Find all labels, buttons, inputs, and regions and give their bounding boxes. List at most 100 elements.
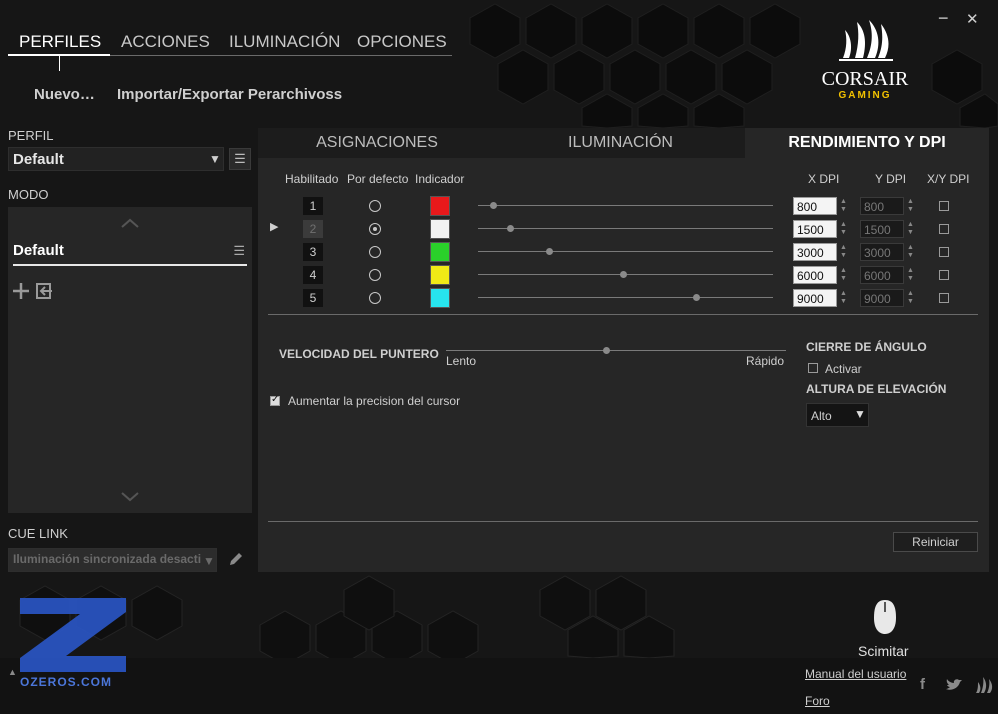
dpi-stage-1-x-input[interactable]: 800 [793,197,837,215]
tab-iluminacion[interactable]: ILUMINACIÓN [229,32,340,52]
dpi-stage-3-slider-knob[interactable] [546,248,553,255]
dpi-stage-1-y-spinner-icon[interactable]: ▲ ▼ [907,198,914,214]
import-mode-icon[interactable] [35,282,53,300]
divider-bottom [268,521,978,522]
dpi-stage-2-y-spinner-icon[interactable]: ▲ ▼ [907,221,914,237]
mode-menu-icon[interactable]: ☰ [233,243,245,259]
profile-select-value: Default [13,151,64,168]
angle-snapping-checkbox[interactable] [808,363,818,373]
close-button[interactable]: ✕ [966,10,979,28]
tab-opciones[interactable]: OPCIONES [357,32,447,52]
pointer-speed-track[interactable] [446,350,786,351]
add-mode-icon[interactable] [12,282,30,300]
dpi-stage-3-xy-checkbox[interactable] [939,247,949,257]
lift-height-select[interactable]: Alto ▼ [806,403,869,427]
dpi-stage-5-x-spinner-icon[interactable]: ▲ ▼ [840,290,847,306]
dpi-stage-3-slider-track[interactable] [478,251,773,252]
dpi-stage-1-y-input[interactable]: 800 [860,197,904,215]
dpi-stage-2-x-input[interactable]: 1500 [793,220,837,238]
dpi-stage-3-y-spinner-icon[interactable]: ▲ ▼ [907,244,914,260]
dpi-stage-5-slider-track[interactable] [478,297,773,298]
lift-height-arrow-icon: ▼ [854,407,866,421]
dpi-stage-5-x-input[interactable]: 9000 [793,289,837,307]
dpi-stage-2-default-radio[interactable] [369,223,381,235]
header-enabled: Habilitado [285,172,339,186]
dpi-stage-2-number[interactable]: 2 [303,220,323,238]
dpi-stage-3-y-input[interactable]: 3000 [860,243,904,261]
selected-row-arrow-icon: ▶ [270,221,279,233]
dpi-stage-5-number[interactable]: 5 [303,289,323,307]
dpi-stage-4-x-spinner-icon[interactable]: ▲ ▼ [840,267,847,283]
dpi-stage-1-default-radio[interactable] [369,200,381,212]
profile-select[interactable]: Default [8,147,224,171]
facebook-icon[interactable]: f [920,676,925,693]
dpi-stage-2-x-spinner-icon[interactable]: ▲ ▼ [840,221,847,237]
nav-tick [59,56,60,71]
tab-perfiles[interactable]: PERFILES [19,32,101,52]
corsair-sails-icon[interactable] [975,676,995,694]
cue-link-dropdown-arrow-icon[interactable]: ▼ [203,554,215,568]
ozeros-watermark [16,596,128,678]
dpi-stage-5-y-input[interactable]: 9000 [860,289,904,307]
dpi-stage-4-color-swatch[interactable] [430,265,450,285]
dpi-stage-2-y-input[interactable]: 1500 [860,220,904,238]
device-name: Scimitar [858,643,909,659]
new-profile-button[interactable]: Nuevo… [34,86,95,103]
reset-button[interactable]: Reiniciar [893,532,978,552]
dpi-stage-5-y-spinner-icon[interactable]: ▲ ▼ [907,290,914,306]
cue-link-select[interactable]: Iluminación sincronizada desacti [8,548,217,572]
dpi-stage-4-y-spinner-icon[interactable]: ▲ ▼ [907,267,914,283]
dpi-stage-5-default-radio[interactable] [369,292,381,304]
mouse-device-icon[interactable] [872,598,898,636]
pointer-speed-knob[interactable] [603,347,610,354]
dpi-stage-5-xy-checkbox[interactable] [939,293,949,303]
dpi-stage-3-x-input[interactable]: 3000 [793,243,837,261]
main-tabs: ASIGNACIONES ILUMINACIÓN RENDIMIENTO Y D… [258,128,989,158]
forum-link[interactable]: Foro [805,694,830,708]
twitter-icon[interactable] [945,678,963,692]
modo-label: MODO [8,187,49,202]
scroll-down-icon[interactable] [120,491,140,503]
dpi-stage-1-slider-knob[interactable] [490,202,497,209]
dpi-stage-5-color-swatch[interactable] [430,288,450,308]
profile-dropdown-arrow-icon[interactable]: ▼ [209,152,221,166]
dpi-stage-1-xy-checkbox[interactable] [939,201,949,211]
dpi-stage-1-color-swatch[interactable] [430,196,450,216]
dpi-stage-3-default-radio[interactable] [369,246,381,258]
edit-pencil-icon[interactable] [227,550,245,568]
dpi-stage-3-color-swatch[interactable] [430,242,450,262]
header-default: Por defecto [347,172,409,186]
dpi-stage-4-xy-checkbox[interactable] [939,270,949,280]
dpi-stage-4-y-input[interactable]: 6000 [860,266,904,284]
tab-asignaciones[interactable]: ASIGNACIONES [258,128,496,158]
dpi-stage-4-x-input[interactable]: 6000 [793,266,837,284]
profile-menu-button[interactable]: ☰ [229,148,251,170]
dpi-stage-2-slider-knob[interactable] [507,225,514,232]
tab-rendimiento-dpi[interactable]: RENDIMIENTO Y DPI [745,128,989,158]
tab-iluminacion-main[interactable]: ILUMINACIÓN [496,128,745,158]
dpi-stage-1-slider-track[interactable] [478,205,773,206]
divider-top [268,314,978,315]
dpi-stage-4-slider-knob[interactable] [620,271,627,278]
mode-item-default[interactable]: Default ☰ [13,240,247,266]
enhance-precision-checkbox[interactable] [270,394,280,406]
user-manual-link[interactable]: Manual del usuario [805,667,906,681]
dpi-stage-2-color-swatch[interactable] [430,219,450,239]
dpi-stage-3-x-spinner-icon[interactable]: ▲ ▼ [840,244,847,260]
tab-acciones[interactable]: ACCIONES [121,32,210,52]
logo-gaming: GAMING [838,90,892,101]
dpi-stage-1-x-spinner-icon[interactable]: ▲ ▼ [840,198,847,214]
dpi-stage-1-number[interactable]: 1 [303,197,323,215]
dpi-stage-3-number[interactable]: 3 [303,243,323,261]
minimize-button[interactable]: − [938,8,949,29]
scroll-up-icon[interactable] [120,217,140,229]
dpi-stage-2-slider-track[interactable] [478,228,773,229]
dpi-stage-4-default-radio[interactable] [369,269,381,281]
dpi-stage-2-xy-checkbox[interactable] [939,224,949,234]
header-indicator: Indicador [415,172,465,186]
header-xy-dpi: X/Y DPI [927,172,970,186]
mode-panel: Default ☰ [8,207,252,513]
dpi-stage-4-number[interactable]: 4 [303,266,323,284]
dpi-stage-5-slider-knob[interactable] [693,294,700,301]
import-export-button[interactable]: Importar/Exportar Perarchivoss [117,86,342,103]
